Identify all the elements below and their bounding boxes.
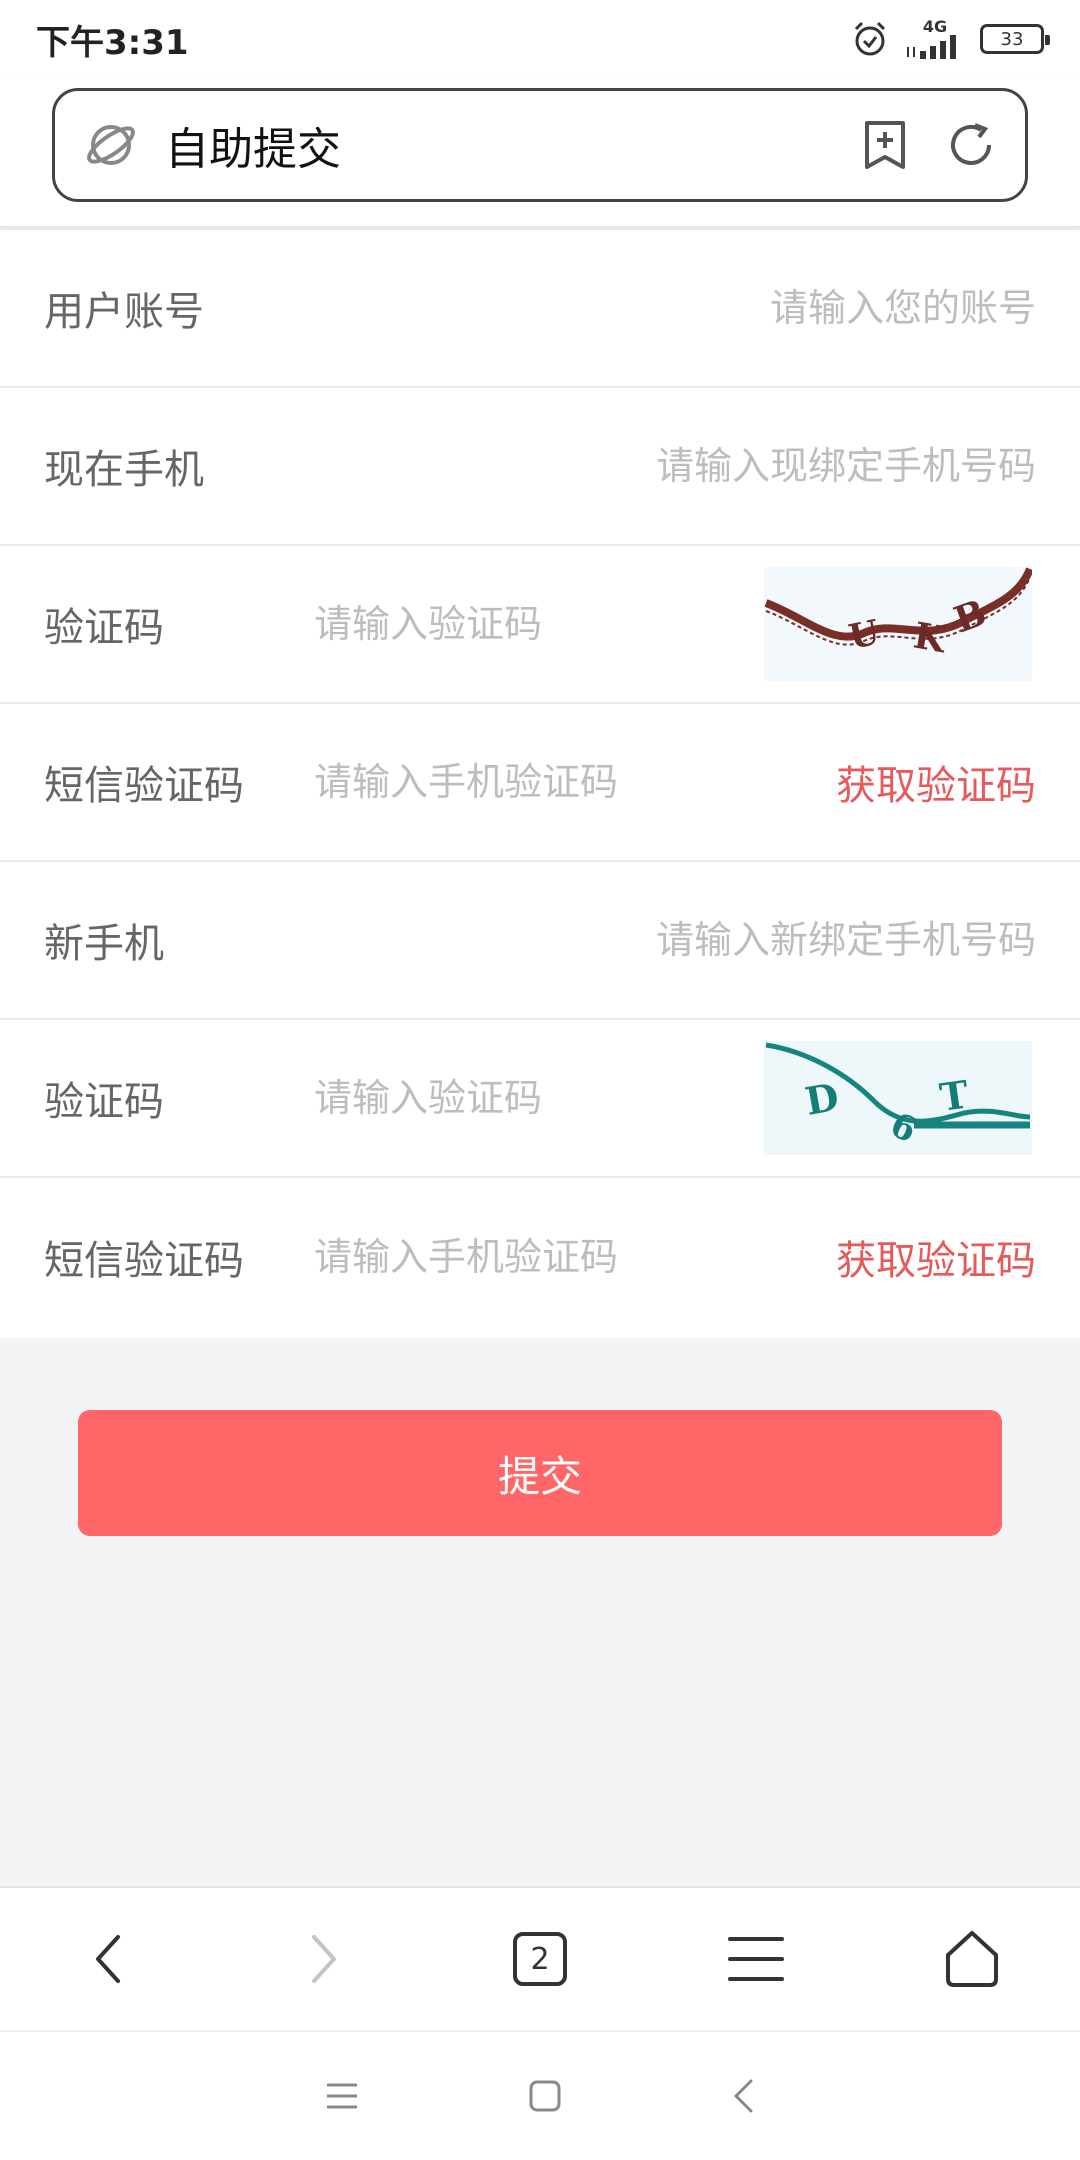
account-input[interactable] — [314, 286, 1036, 330]
chevron-right-icon — [312, 1935, 336, 1983]
tab-count: 2 — [530, 1941, 550, 1977]
current-phone-input[interactable] — [314, 444, 1036, 488]
form-row-current-phone: 现在手机 — [0, 388, 1080, 546]
forward-button[interactable] — [274, 1909, 374, 2009]
form-row-new-phone: 新手机 — [0, 862, 1080, 1020]
address-actions — [861, 119, 997, 171]
system-navigation — [0, 2030, 1080, 2160]
address-bar[interactable]: 自助提交 — [52, 88, 1028, 202]
refresh-icon[interactable] — [945, 119, 997, 171]
label-sms-2: 短信验证码 — [44, 1238, 244, 1284]
bookmark-add-icon[interactable] — [861, 119, 909, 171]
battery-indicator: 33 — [980, 24, 1050, 54]
form: 用户账号 现在手机 验证码 U K B 短信验证码 获取验证码 新 — [0, 230, 1080, 1338]
recent-apps-icon[interactable] — [325, 2081, 359, 2111]
sms-code-input-2[interactable] — [314, 1235, 784, 1279]
back-button[interactable] — [58, 1909, 158, 2009]
sms-code-input-1[interactable] — [314, 760, 784, 804]
form-row-account: 用户账号 — [0, 230, 1080, 388]
label-new-phone: 新手机 — [44, 921, 164, 967]
form-row-sms-2: 短信验证码 获取验证码 — [0, 1178, 1080, 1336]
cellular-group: 4G — [906, 19, 964, 59]
label-captcha-2: 验证码 — [44, 1079, 164, 1125]
captcha-input-1[interactable] — [314, 602, 784, 646]
label-account: 用户账号 — [44, 289, 204, 335]
tabs-icon: 2 — [513, 1932, 567, 1986]
get-sms-code-button-1[interactable]: 获取验证码 — [836, 753, 1036, 811]
network-type: 4G — [922, 17, 948, 36]
status-bar: 下午3:31 4G 33 — [0, 0, 1080, 78]
captcha-input-2[interactable] — [314, 1076, 784, 1120]
battery-level: 33 — [1000, 28, 1024, 50]
status-icons: 4G 33 — [850, 19, 1050, 59]
form-row-captcha-2: 验证码 D 6 T — [0, 1020, 1080, 1178]
tabs-button[interactable]: 2 — [490, 1909, 590, 2009]
chevron-left-icon — [96, 1935, 120, 1983]
page: 下午3:31 4G 33 自助提交 用户账号 请输入您的账号 现在手机 请输入现… — [0, 0, 1080, 2160]
new-phone-input[interactable] — [314, 918, 1036, 962]
form-row-sms-1: 短信验证码 获取验证码 — [0, 704, 1080, 862]
browser-toolbar: 2 — [0, 1886, 1080, 2030]
label-sms-1: 短信验证码 — [44, 763, 244, 809]
get-sms-code-button-2[interactable]: 获取验证码 — [836, 1228, 1036, 1286]
menu-button[interactable] — [706, 1909, 806, 2009]
captcha-image-2[interactable]: D 6 T — [764, 1041, 1032, 1155]
status-time: 下午3:31 — [36, 22, 189, 63]
address-title: 自助提交 — [165, 124, 341, 175]
label-captcha-1: 验证码 — [44, 605, 164, 651]
planet-icon — [87, 125, 135, 165]
home-nav-icon[interactable] — [529, 2080, 561, 2112]
signal-icon — [907, 35, 956, 59]
alarm-icon — [854, 21, 886, 56]
captcha-image-1[interactable]: U K B — [764, 567, 1032, 681]
submit-button[interactable]: 提交 — [78, 1410, 1002, 1536]
browser-header: 自助提交 — [0, 78, 1080, 228]
home-icon — [946, 1931, 998, 1987]
form-row-captcha-1: 验证码 U K B — [0, 546, 1080, 704]
back-nav-icon[interactable] — [731, 2078, 755, 2114]
label-current-phone: 现在手机 — [44, 447, 204, 493]
menu-icon — [728, 1937, 784, 1981]
home-button[interactable] — [922, 1909, 1022, 2009]
